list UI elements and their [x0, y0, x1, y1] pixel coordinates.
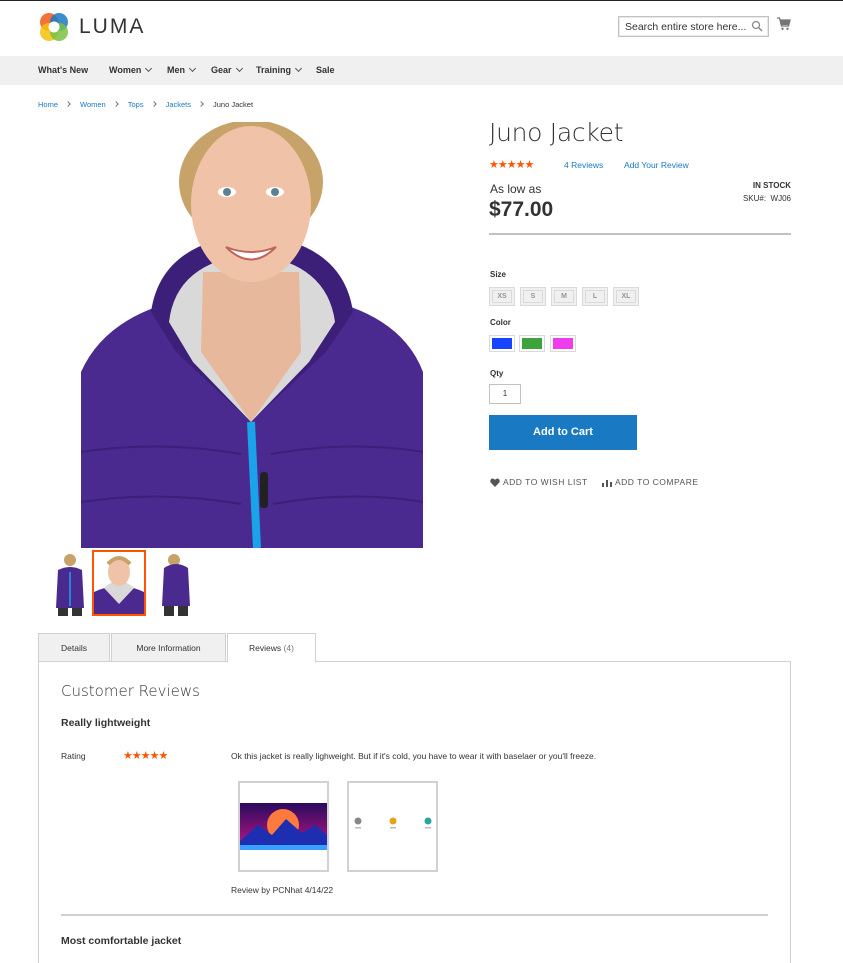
add-to-cart-button[interactable]: Add to Cart	[489, 415, 637, 450]
chevron-down-icon	[188, 64, 197, 73]
product-photo	[81, 122, 423, 548]
tab-label: Reviews	[249, 643, 282, 653]
add-to-wish-list-link[interactable]: ADD TO WISH LIST	[490, 477, 588, 487]
breadcrumb-current: Juno Jacket	[213, 100, 254, 109]
luma-logo-icon[interactable]	[38, 11, 70, 43]
review-title: Really lightweight	[61, 717, 151, 729]
chevron-down-icon	[145, 64, 153, 73]
wish-list-label: ADD TO WISH LIST	[503, 477, 588, 487]
tab-label: Details	[61, 643, 87, 653]
nav-training[interactable]: Training	[256, 64, 303, 75]
thumbnail-image	[94, 552, 144, 614]
review-image-2[interactable]	[347, 781, 438, 872]
nav-whats-new[interactable]: What's New	[38, 65, 88, 75]
swatch-fill	[522, 338, 542, 349]
breadcrumb-women[interactable]: Women	[80, 100, 106, 109]
stock-status: IN STOCK	[752, 181, 791, 190]
nav-label: Training	[256, 65, 292, 75]
thumbnail-front[interactable]	[43, 550, 97, 616]
color-label: Color	[490, 318, 511, 327]
main-nav: What's New Women Men Gear Training Sale	[0, 56, 843, 85]
nav-label: Gear	[211, 65, 232, 75]
product-title: Juno Jacket	[489, 118, 624, 147]
product-rating-stars: ★★★★★	[489, 159, 534, 171]
nav-label: Women	[109, 65, 142, 75]
nav-men[interactable]: Men	[167, 64, 197, 75]
product-sku: SKU#: WJ06	[743, 194, 791, 203]
size-label: Size	[490, 270, 507, 279]
nav-women[interactable]: Women	[109, 64, 153, 75]
nav-label: Sale	[316, 65, 335, 75]
logo-text[interactable]: LUMA	[79, 15, 145, 39]
size-option-xl[interactable]: XL	[613, 287, 639, 306]
add-your-review-link[interactable]: Add Your Review	[624, 160, 689, 170]
thumbnail-image	[43, 550, 97, 616]
tab-details[interactable]: Details	[38, 633, 110, 662]
review-text: Ok this jacket is really lighweight. But…	[231, 751, 597, 761]
review-image-content	[349, 783, 436, 870]
reviews-count-link[interactable]: 4 Reviews	[564, 160, 603, 170]
compare-label: ADD TO COMPARE	[615, 477, 699, 487]
search-input[interactable]	[619, 17, 749, 37]
product-price: $77.00	[489, 198, 554, 221]
size-option-m[interactable]: M	[551, 287, 577, 306]
swatch-fill	[492, 338, 512, 349]
review-image-content	[240, 783, 327, 870]
divider	[61, 914, 768, 916]
qty-input[interactable]: 1	[489, 384, 521, 404]
as-low-as-label: As low as	[490, 182, 542, 196]
tab-more-information[interactable]: More Information	[111, 633, 226, 662]
swatch-fill	[553, 338, 573, 349]
tab-count: (4)	[283, 643, 294, 653]
tab-label: More Information	[136, 643, 201, 653]
heart-icon	[490, 478, 500, 487]
breadcrumb: Home Women Tops Jackets Juno Jacket	[38, 100, 253, 109]
size-option-xs[interactable]: XS	[489, 287, 515, 306]
chevron-right-icon	[198, 101, 204, 107]
tab-reviews[interactable]: Reviews (4)	[227, 633, 316, 663]
nav-label: Men	[167, 65, 185, 75]
color-option-purple[interactable]	[550, 335, 576, 352]
thumbnail-closeup[interactable]	[92, 550, 146, 616]
size-option-s[interactable]: S	[520, 287, 546, 306]
breadcrumb-jackets[interactable]: Jackets	[166, 100, 191, 109]
chevron-down-icon	[294, 64, 303, 73]
color-option-green[interactable]	[519, 335, 545, 352]
breadcrumb-tops[interactable]: Tops	[128, 100, 144, 109]
divider	[489, 233, 791, 235]
review-image-1[interactable]	[238, 781, 329, 872]
sku-label: SKU#:	[742, 194, 767, 203]
compare-icon	[602, 480, 612, 487]
nav-label: What's New	[38, 65, 89, 75]
review-rating-label: Rating	[61, 751, 86, 761]
review-rating-stars: ★★★★★	[123, 750, 168, 762]
breadcrumb-home[interactable]: Home	[38, 100, 58, 109]
thumbnail-back[interactable]	[149, 550, 203, 616]
chevron-right-icon	[112, 101, 119, 107]
review-byline: Review by PCNhat 4/14/22	[231, 885, 334, 895]
search-icon[interactable]	[751, 20, 763, 32]
add-to-compare-link[interactable]: ADD TO COMPARE	[602, 477, 699, 487]
size-option-l[interactable]: L	[582, 287, 608, 306]
sku-value: WJ06	[770, 194, 791, 203]
color-option-blue[interactable]	[489, 335, 515, 352]
customer-reviews-title: Customer Reviews	[61, 682, 200, 700]
nav-sale[interactable]: Sale	[316, 65, 335, 75]
search-box[interactable]	[618, 16, 769, 37]
product-main-image[interactable]	[81, 122, 423, 548]
site-header: LUMA	[0, 1, 843, 56]
nav-gear[interactable]: Gear	[211, 64, 243, 75]
review-title: Most comfortable jacket	[61, 935, 182, 947]
thumbnail-image	[149, 550, 203, 616]
chevron-right-icon	[65, 101, 71, 107]
chevron-right-icon	[150, 101, 157, 107]
chevron-down-icon	[235, 64, 243, 73]
qty-label: Qty	[490, 369, 504, 378]
cart-icon[interactable]	[777, 17, 791, 31]
